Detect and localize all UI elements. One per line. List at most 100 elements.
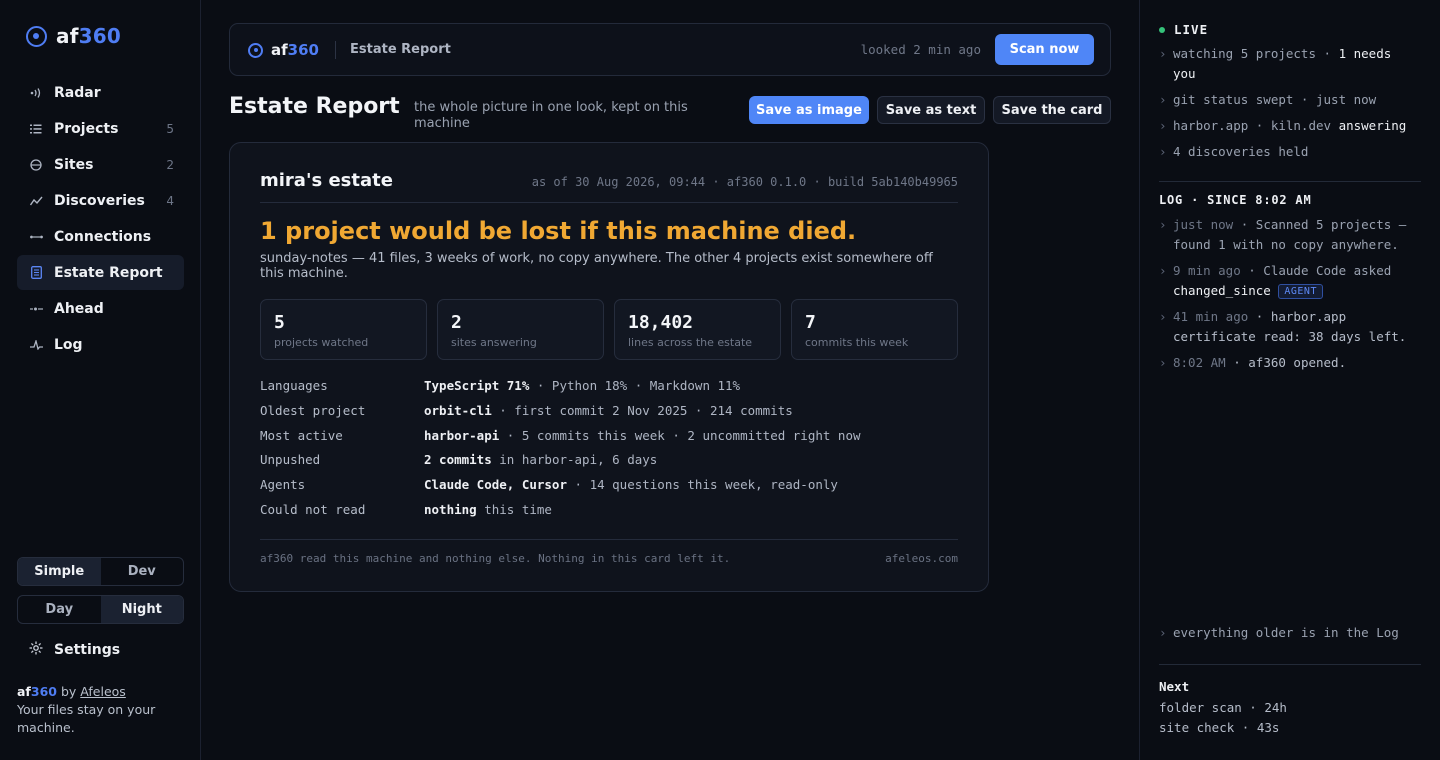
- older-log-link[interactable]: › everything older is in the Log: [1159, 623, 1421, 649]
- next-item: site check · 43s: [1159, 720, 1280, 735]
- live-header: LIVE: [1159, 22, 1208, 37]
- fact-row-unpushed: Unpushed 2 commits in harbor-api, 6 days: [260, 452, 960, 477]
- log-time: 41 min ago: [1173, 309, 1249, 324]
- live-dot-icon: [1159, 26, 1165, 33]
- fact-value: in harbor-api, 6 days: [491, 452, 658, 468]
- sidebar-item-ahead[interactable]: Ahead: [17, 291, 184, 326]
- credit-brand-prefix: af: [17, 684, 31, 699]
- mode-dev-button[interactable]: Dev: [101, 558, 184, 585]
- stat-label: commits this week: [805, 336, 909, 349]
- chevron-right-icon: ›: [1159, 92, 1167, 107]
- live-item[interactable]: › watching 5 projects · 1 needs you: [1159, 44, 1421, 84]
- sidebar-item-label: Estate Report: [54, 264, 163, 281]
- fact-value-strong: TypeScript 71%: [424, 378, 530, 393]
- save-the-card-button[interactable]: Save the card: [993, 96, 1111, 124]
- save-as-image-button[interactable]: Save as image: [749, 96, 869, 124]
- projects-icon: [29, 124, 43, 134]
- stat-label: lines across the estate: [628, 336, 753, 349]
- sidebar-item-count: 5: [166, 121, 174, 136]
- page-title: Estate Report: [229, 94, 400, 119]
- app-logo[interactable]: af360: [26, 24, 121, 48]
- log-icon: [29, 339, 43, 350]
- fact-row-could-not-read: Could not read nothing this time: [260, 502, 960, 527]
- chevron-right-icon: ›: [1159, 309, 1167, 324]
- fact-value-strong: orbit-cli: [424, 402, 492, 418]
- fact-value-strong: harbor-api: [424, 427, 500, 443]
- risk-detail: sunday-notes — 41 files, 3 weeks of work…: [260, 251, 933, 281]
- sidebar: af360 Radar Projects 5 Sites 2 Discoveri…: [0, 0, 201, 760]
- brand-suffix: 360: [78, 24, 121, 48]
- agent-badge: AGENT: [1278, 284, 1323, 299]
- sidebar-item-estate-report[interactable]: Estate Report: [17, 255, 184, 290]
- theme-night-button[interactable]: Night: [100, 596, 183, 623]
- sidebar-item-discoveries[interactable]: Discoveries 4: [17, 183, 184, 218]
- sidebar-item-log[interactable]: Log: [17, 327, 184, 362]
- log-list: › just now · Scanned 5 projects — found 1…: [1159, 215, 1421, 379]
- stat-commits: 7 commits this week: [791, 299, 958, 360]
- credit-brand-suffix: 360: [30, 684, 57, 699]
- fact-key: Oldest project: [260, 402, 366, 418]
- divider: [335, 41, 336, 59]
- sidebar-item-count: 2: [166, 157, 174, 172]
- chevron-right-icon: ›: [1159, 144, 1167, 159]
- live-item[interactable]: › 4 discoveries held: [1159, 142, 1421, 162]
- sidebar-item-label: Ahead: [54, 300, 104, 317]
- fact-value: · 5 commits this week · 2 uncommitted ri…: [499, 427, 861, 443]
- stat-label: sites answering: [451, 336, 537, 349]
- chevron-right-icon: ›: [1159, 355, 1167, 370]
- log-item[interactable]: › 9 min ago · Claude Code asked changed_s…: [1159, 261, 1421, 301]
- live-item-strong: answering: [1338, 118, 1407, 133]
- live-item[interactable]: › git status swept · just now: [1159, 90, 1421, 110]
- card-footer-note: af360 read this machine and nothing else…: [260, 552, 731, 565]
- log-item[interactable]: › just now · Scanned 5 projects — found 1…: [1159, 215, 1421, 255]
- credit-by: by: [60, 684, 77, 699]
- settings-button[interactable]: Settings: [29, 641, 120, 659]
- radar-icon: [29, 87, 43, 98]
- log-time: just now: [1173, 217, 1234, 232]
- mode-simple-button[interactable]: Simple: [18, 558, 101, 585]
- topbar-logo[interactable]: af360: [248, 41, 319, 59]
- last-scan-status: looked 2 min ago: [860, 42, 981, 57]
- scan-now-button[interactable]: Scan now: [995, 34, 1094, 65]
- stat-value: 2: [451, 312, 462, 333]
- save-as-text-button[interactable]: Save as text: [877, 96, 985, 124]
- brand-prefix: af: [56, 24, 79, 48]
- fact-key: Unpushed: [260, 452, 321, 468]
- stat-sites: 2 sites answering: [437, 299, 604, 360]
- sidebar-item-projects[interactable]: Projects 5: [17, 111, 184, 146]
- theme-day-button[interactable]: Day: [18, 596, 101, 623]
- top-bar: af360 Estate Report looked 2 min ago Sca…: [229, 23, 1111, 76]
- stat-value: 18,402: [628, 312, 694, 333]
- stat-value: 7: [805, 312, 816, 333]
- live-item[interactable]: › harbor.app · kiln.dev answering: [1159, 116, 1421, 136]
- stat-value: 5: [274, 312, 285, 333]
- sites-icon: [29, 158, 43, 171]
- live-item-text: git status swept · just now: [1173, 92, 1377, 107]
- sidebar-item-connections[interactable]: Connections: [17, 219, 184, 254]
- stat-lines: 18,402 lines across the estate: [614, 299, 781, 360]
- facts-list: Languages TypeScript 71% · Python 18% · …: [260, 378, 960, 527]
- log-item[interactable]: › 41 min ago · harbor.app certificate rea…: [1159, 307, 1421, 347]
- live-list: › watching 5 projects · 1 needs you › git …: [1159, 44, 1421, 168]
- sidebar-item-radar[interactable]: Radar: [17, 75, 184, 110]
- live-item-text: watching 5 projects ·: [1173, 46, 1339, 61]
- fact-value-strong: 2 commits: [424, 452, 492, 468]
- divider: [260, 202, 958, 203]
- stat-label: projects watched: [274, 336, 369, 349]
- older-log-text: everything older is in the Log: [1173, 625, 1399, 640]
- fact-row-most-active: Most active harbor-api · 5 commits this …: [260, 428, 960, 453]
- log-text: · af360 opened.: [1225, 355, 1347, 370]
- author-link[interactable]: Afeleos: [80, 684, 126, 699]
- logo-ring-icon: [248, 42, 263, 58]
- theme-toggle: Day Night: [17, 595, 184, 624]
- estate-card: mira's estate as of 30 Aug 2026, 09:44 ·…: [229, 142, 989, 592]
- log-item[interactable]: › 8:02 AM · af360 opened.: [1159, 353, 1421, 373]
- report-icon: [29, 266, 43, 279]
- logo-ring-icon: [26, 25, 47, 47]
- sidebar-item-label: Log: [54, 336, 83, 353]
- sidebar-item-sites[interactable]: Sites 2: [17, 147, 184, 182]
- log-time: 8:02 AM: [1173, 355, 1226, 370]
- sidebar-nav: Radar Projects 5 Sites 2 Discoveries 4 C…: [17, 75, 184, 363]
- next-list: folder scan · 24h site check · 43s: [1159, 698, 1287, 738]
- log-header: LOG · SINCE 8:02 AM: [1159, 193, 1312, 207]
